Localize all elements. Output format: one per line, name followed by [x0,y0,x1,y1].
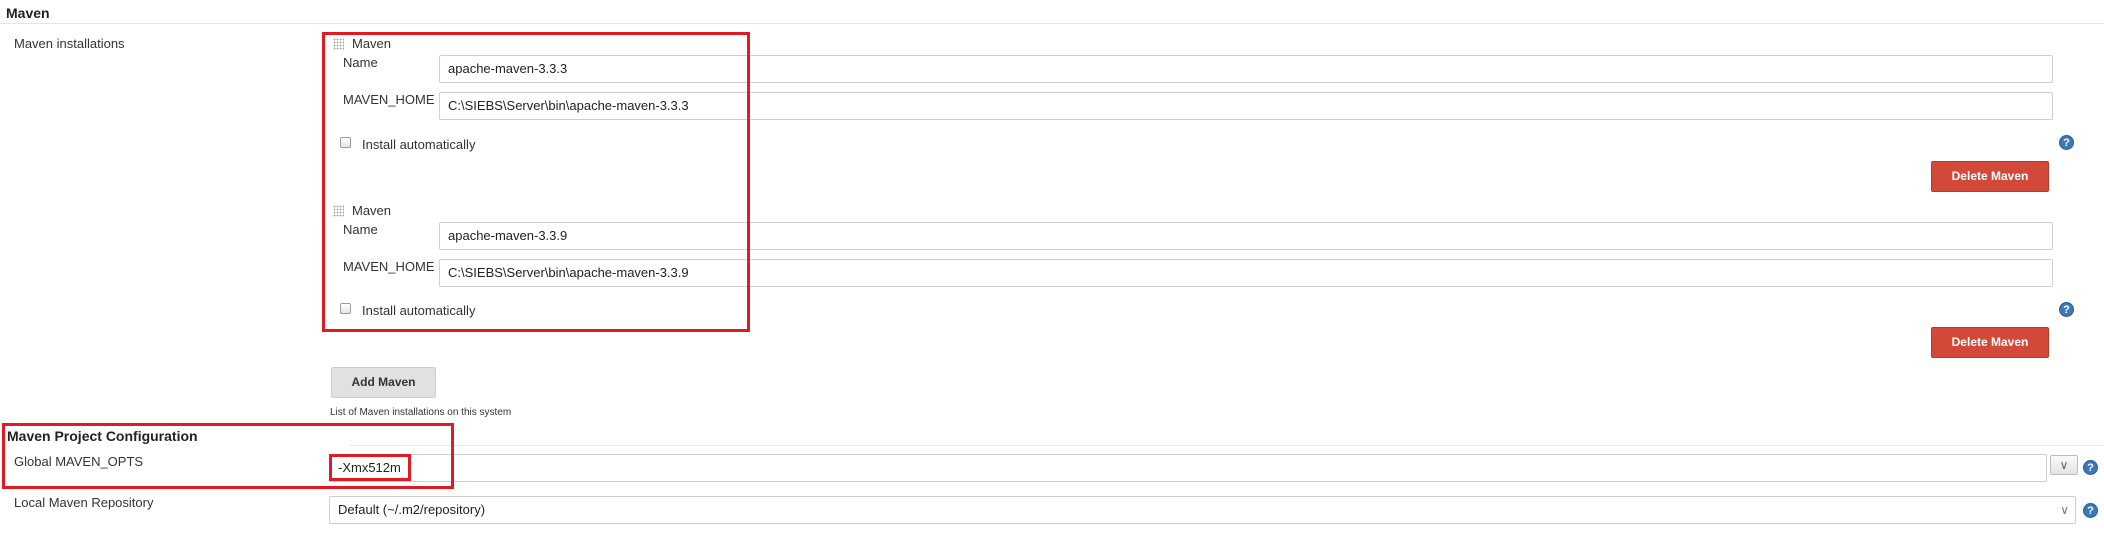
delete-maven-button-2[interactable]: Delete Maven [1931,327,2049,358]
delete-maven-button-1[interactable]: Delete Maven [1931,161,2049,192]
maven-installations-label: Maven installations [14,36,125,51]
add-maven-hint: List of Maven installations on this syst… [330,407,512,418]
chevron-down-icon: ∨ [2060,503,2069,517]
local-maven-repository-select[interactable]: Default (~/.m2/repository) ∨ [329,496,2076,524]
help-icon[interactable]: ? [2059,302,2074,317]
local-maven-repository-label: Local Maven Repository [14,495,154,510]
highlight-box-maven-opts-value [329,454,411,481]
local-maven-repository-value: Default (~/.m2/repository) [338,502,486,517]
add-maven-button[interactable]: Add Maven [331,367,436,398]
expand-textarea-button[interactable]: ∨ [2050,455,2078,475]
help-icon[interactable]: ? [2059,135,2074,150]
help-icon[interactable]: ? [2083,460,2098,475]
help-icon[interactable]: ? [2083,503,2098,518]
section-divider [350,445,2104,446]
highlight-box-installations [322,32,750,332]
section-divider [0,23,2104,24]
global-maven-opts-input[interactable]: -Xmx512m [329,454,2047,482]
section-title-maven: Maven [6,5,50,21]
